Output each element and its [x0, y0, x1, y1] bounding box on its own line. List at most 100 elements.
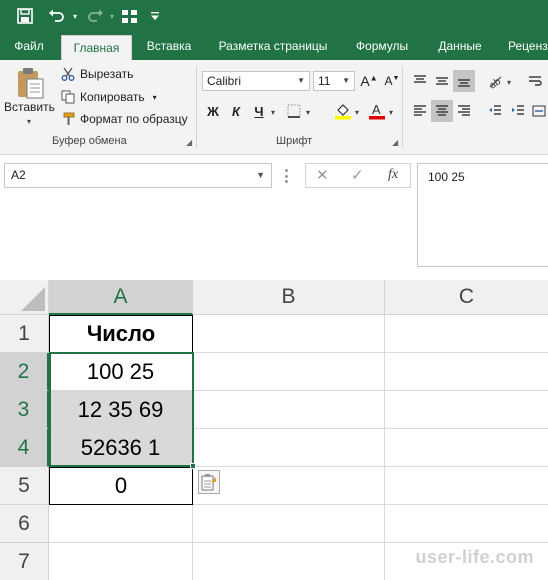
form-icon[interactable]	[118, 5, 140, 27]
undo-dropdown-icon[interactable]: ▾	[70, 5, 80, 27]
paste-options-button[interactable]	[198, 470, 220, 494]
paste-label[interactable]: Вставить	[4, 100, 55, 114]
cell-c2[interactable]	[385, 353, 548, 391]
align-middle-icon	[436, 77, 448, 85]
font-size-value: 11	[318, 74, 331, 88]
merge-center-button[interactable]	[528, 100, 548, 122]
tab-data[interactable]: Данные	[426, 32, 494, 60]
cell-a7[interactable]	[49, 543, 193, 580]
format-painter-button[interactable]: Формат по образцу	[60, 111, 188, 127]
wrap-text-button[interactable]	[524, 70, 546, 92]
column-header-c[interactable]: C	[385, 280, 548, 315]
copy-icon	[60, 89, 76, 105]
cell-a6[interactable]	[49, 505, 193, 543]
row-header-2[interactable]: 2	[0, 353, 49, 391]
cut-button[interactable]: Вырезать	[60, 66, 133, 82]
tab-home[interactable]: Главная	[61, 35, 132, 60]
cell-b6[interactable]	[193, 505, 385, 543]
cell-a3[interactable]: 12 35 69	[49, 391, 193, 429]
cell-b2[interactable]	[193, 353, 385, 391]
cell-b7[interactable]	[193, 543, 385, 580]
align-middle-button[interactable]	[431, 70, 453, 92]
name-box[interactable]: A2 ▼	[4, 163, 272, 188]
row-header-1[interactable]: 1	[0, 315, 49, 353]
redo-dropdown-icon[interactable]: ▾	[107, 5, 117, 27]
cell-c3[interactable]	[385, 391, 548, 429]
fill-color-button[interactable]	[332, 100, 354, 122]
increase-indent-button[interactable]	[507, 100, 529, 122]
tab-review[interactable]: Реценз	[500, 32, 548, 60]
align-left-button[interactable]	[409, 100, 431, 122]
customize-qat-icon[interactable]	[148, 5, 162, 27]
copy-label: Копировать	[80, 90, 145, 104]
underline-dropdown-icon[interactable]: ▾	[271, 108, 275, 117]
cell-c1[interactable]	[385, 315, 548, 353]
underline-button[interactable]: Ч	[248, 100, 270, 122]
paste-dropdown-icon[interactable]: ▾	[27, 117, 31, 126]
grow-font-button[interactable]: A▲	[358, 70, 380, 92]
redo-icon[interactable]	[84, 5, 106, 27]
font-name-select[interactable]: Calibri ▼	[202, 71, 310, 91]
paste-button[interactable]	[14, 66, 46, 100]
borders-button[interactable]	[283, 100, 305, 122]
chevron-down-icon: ▼	[342, 76, 350, 85]
cancel-button[interactable]: ✕	[316, 166, 329, 184]
cell-b5[interactable]	[193, 467, 385, 505]
insert-function-button[interactable]: fx	[388, 167, 398, 183]
tab-page-layout[interactable]: Разметка страницы	[206, 32, 340, 60]
align-bottom-button[interactable]	[453, 70, 475, 92]
cell-a1[interactable]: Число	[49, 315, 193, 353]
italic-button[interactable]: К	[225, 100, 247, 122]
tab-formulas[interactable]: Формулы	[344, 32, 420, 60]
shrink-font-icon: A▼	[384, 74, 400, 88]
font-color-dropdown-icon[interactable]: ▾	[389, 108, 393, 117]
borders-dropdown-icon[interactable]: ▾	[306, 108, 310, 117]
align-top-button[interactable]	[409, 70, 431, 92]
cell-c4[interactable]	[385, 429, 548, 467]
column-header-a[interactable]: A	[49, 280, 193, 315]
cell-c6[interactable]	[385, 505, 548, 543]
clipboard-icon	[18, 68, 44, 99]
formula-input[interactable]: 100 25	[417, 163, 548, 267]
row-header-7[interactable]: 7	[0, 543, 49, 580]
fill-handle[interactable]	[190, 463, 196, 469]
formula-bar-grip[interactable]	[285, 169, 289, 183]
select-all-button[interactable]	[0, 280, 49, 315]
text-orientation-button[interactable]: ab	[484, 70, 506, 92]
cell-a5[interactable]: 0	[49, 467, 193, 505]
undo-icon[interactable]	[46, 5, 68, 27]
orientation-dropdown-icon[interactable]: ▾	[507, 78, 511, 87]
row-header-3[interactable]: 3	[0, 391, 49, 429]
fill-color-dropdown-icon[interactable]: ▾	[355, 108, 359, 117]
copy-button[interactable]: Копировать ▾	[60, 89, 157, 105]
cell-a2[interactable]: 100 25	[49, 353, 193, 391]
cell-b3[interactable]	[193, 391, 385, 429]
wrap-text-icon	[529, 76, 542, 86]
cell-b4[interactable]	[193, 429, 385, 467]
text-orientation-icon: ab	[488, 76, 503, 89]
column-header-b[interactable]: B	[193, 280, 385, 315]
decrease-indent-button[interactable]	[484, 100, 506, 122]
save-icon[interactable]	[14, 5, 36, 27]
align-right-button[interactable]	[453, 100, 475, 122]
tab-insert[interactable]: Вставка	[136, 32, 202, 60]
row-header-4[interactable]: 4	[0, 429, 49, 467]
font-launcher-icon[interactable]: ◢	[392, 138, 398, 147]
font-size-select[interactable]: 11 ▼	[313, 71, 355, 91]
cell-c5[interactable]	[385, 467, 548, 505]
tab-file[interactable]: Файл	[0, 32, 58, 60]
bold-button[interactable]: Ж	[202, 100, 224, 122]
clipboard-launcher-icon[interactable]: ◢	[186, 138, 192, 147]
copy-dropdown-icon[interactable]: ▾	[153, 93, 157, 102]
row-header-6[interactable]: 6	[0, 505, 49, 543]
cell-a4[interactable]: 52636 1	[49, 429, 193, 467]
font-color-icon: A	[369, 102, 385, 120]
row-header-5[interactable]: 5	[0, 467, 49, 505]
cell-b1[interactable]	[193, 315, 385, 353]
chevron-down-icon: ▼	[256, 170, 265, 180]
format-painter-icon	[60, 111, 76, 127]
shrink-font-button[interactable]: A▼	[381, 70, 403, 92]
enter-button[interactable]: ✓	[351, 166, 364, 184]
font-color-button[interactable]: A	[366, 100, 388, 122]
align-center-button[interactable]	[431, 100, 453, 122]
